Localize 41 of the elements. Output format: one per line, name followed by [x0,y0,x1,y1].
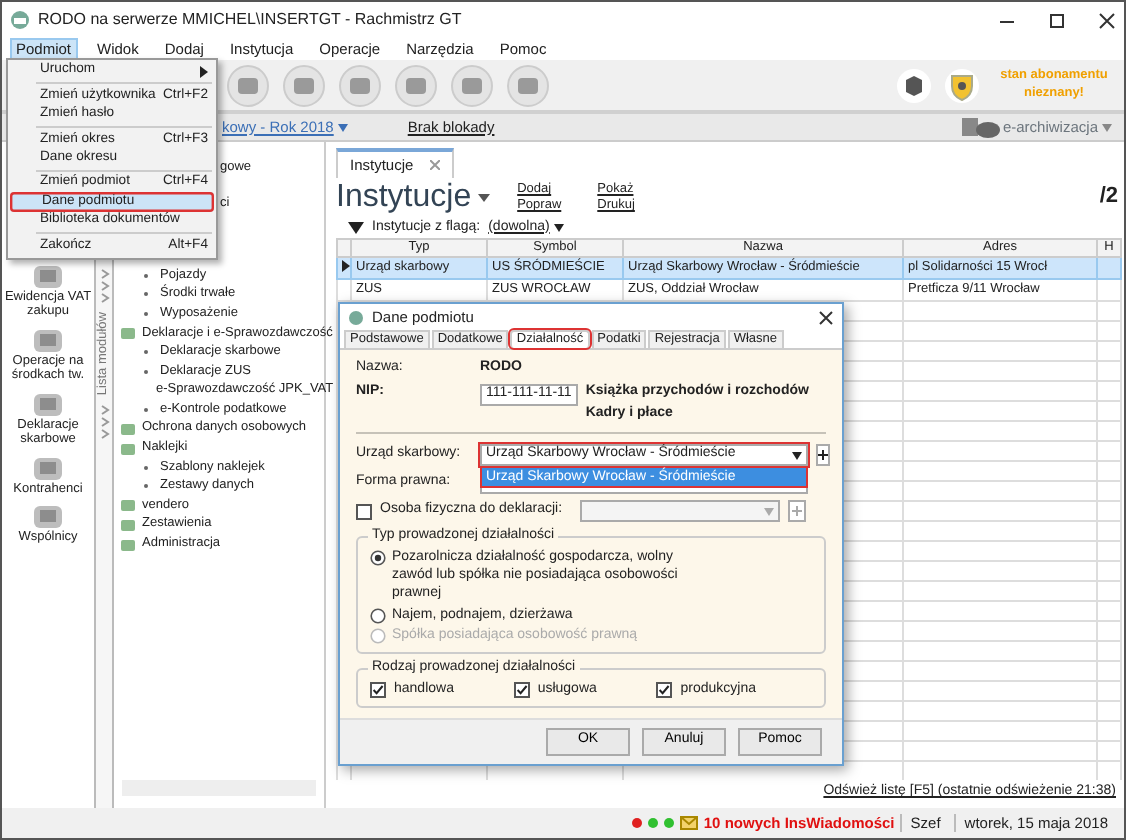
person-select[interactable] [580,500,780,523]
page-title[interactable]: Instytucje [336,178,490,218]
app-icon [10,10,30,30]
caret-icon [553,224,564,232]
cloud-server-icon[interactable] [959,116,1000,138]
module-icon[interactable] [30,262,66,290]
radio-selected-icon[interactable] [370,550,386,567]
toolbar-button-icon[interactable] [338,63,382,107]
submenu-arrow-icon [200,65,208,78]
checkbox-icon[interactable] [356,503,372,520]
checkbox-checked-icon[interactable] [656,682,673,699]
toolbar-button-icon[interactable] [282,63,326,107]
page-count: /2 [1099,184,1120,212]
app-icon [348,309,364,326]
maximize-icon[interactable] [1048,11,1066,29]
toolbar-button-icon[interactable] [450,63,494,107]
close-icon[interactable] [1098,11,1116,29]
caret-icon [477,194,490,202]
module-icon[interactable] [30,502,66,531]
caret-icon [337,123,348,131]
caret-icon [764,507,774,516]
checkbox-checked-icon[interactable] [370,682,386,699]
toolbar-button-icon[interactable] [226,63,270,107]
plus-icon [792,506,802,517]
toolbar-button-icon[interactable] [506,63,550,107]
caret-icon [792,451,802,460]
checkbox-checked-icon[interactable] [513,682,530,699]
filter-icon[interactable] [348,222,364,234]
radio-icon[interactable] [370,607,386,623]
shield-icon[interactable] [944,67,980,103]
module-icon[interactable] [30,389,66,418]
caret-icon [1102,123,1112,131]
window-title: RODO na serwerze MMICHEL\INSERTGT - Rachmistrz GT [38,10,462,30]
row-pointer-icon [342,260,350,273]
add-button[interactable] [816,444,830,467]
module-icon[interactable] [29,453,66,482]
close-icon[interactable] [818,309,834,326]
plus-icon [818,450,828,461]
envelope-icon[interactable] [679,816,698,830]
module-icon[interactable] [30,325,66,354]
toolbar-button-icon[interactable] [394,63,438,107]
